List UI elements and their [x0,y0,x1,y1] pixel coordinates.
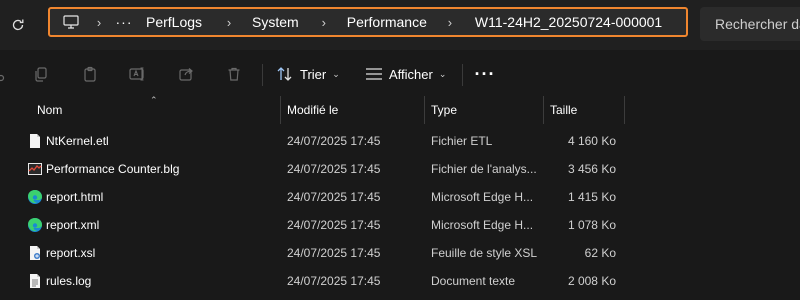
column-size[interactable]: Taille [550,96,577,124]
table-row[interactable]: report.xml 24/07/2025 17:45 Microsoft Ed… [0,211,800,239]
table-row[interactable]: NtKernel.etl 24/07/2025 17:45 Fichier ET… [0,127,800,155]
chevron-down-icon: ⌄ [332,68,340,79]
column-header: ⌃ Nom Modifié le Type Taille [0,95,800,124]
file-type: Fichier de l'analys... [431,162,537,176]
column-divider[interactable] [624,96,625,124]
rename-button[interactable] [127,63,149,85]
toolbar-divider [462,64,463,86]
see-more-button[interactable]: ··· [474,63,496,85]
file-size: 1 078 Ko [567,218,616,232]
xsl-file-icon [30,246,40,260]
sort-button[interactable]: Trier ⌄ [276,62,340,86]
file-modified: 24/07/2025 17:45 [287,190,381,204]
file-modified: 24/07/2025 17:45 [287,134,381,148]
view-button[interactable]: Afficher ⌄ [365,62,446,86]
file-name: NtKernel.etl [46,134,109,148]
column-divider[interactable] [424,96,425,124]
cut-button[interactable] [0,63,16,85]
file-modified: 24/07/2025 17:45 [287,246,381,260]
column-divider[interactable] [543,96,544,124]
chevron-right-icon[interactable]: › [443,15,457,30]
file-name: report.html [46,190,104,204]
paste-button[interactable] [79,63,101,85]
toolbar-divider [262,64,263,86]
command-bar: Trier ⌄ Afficher ⌄ ··· [0,50,800,98]
file-modified: 24/07/2025 17:45 [287,162,381,176]
address-bar[interactable]: › ··· PerfLogs › System › Performance › … [48,7,688,37]
address-row: › ··· PerfLogs › System › Performance › … [0,0,800,50]
column-name[interactable]: Nom [37,96,62,124]
file-list: NtKernel.etl 24/07/2025 17:45 Fichier ET… [0,127,800,295]
file-size: 1 415 Ko [567,190,616,204]
chevron-down-icon: ⌄ [438,68,447,79]
search-input[interactable]: Rechercher dans [700,7,800,41]
file-size: 4 160 Ko [567,134,616,148]
table-row[interactable]: Performance Counter.blg 24/07/2025 17:45… [0,155,800,183]
column-modified[interactable]: Modifié le [287,96,338,124]
copy-button[interactable] [30,63,52,85]
delete-button[interactable] [223,63,245,85]
ellipsis-icon: ··· [474,64,496,84]
trash-icon [228,67,240,81]
text-file-icon [30,274,40,288]
file-size: 3 456 Ko [567,162,616,176]
file-type: Microsoft Edge H... [431,218,534,232]
file-type: Feuille de style XSL [431,246,538,260]
file-type: Fichier ETL [431,134,493,148]
view-icon [366,68,382,80]
share-button[interactable] [175,63,197,85]
cut-icon [0,74,5,82]
chevron-right-icon[interactable]: › [317,15,331,30]
refresh-icon [12,19,24,31]
edge-icon [28,190,42,204]
generic-file-icon [30,134,40,148]
ellipsis-icon: ··· [115,14,133,30]
sort-up-icon: ⌃ [150,95,158,105]
file-modified: 24/07/2025 17:45 [287,274,381,288]
paste-icon [84,66,96,82]
this-pc-button[interactable] [50,15,92,29]
share-icon [179,68,193,81]
file-name: report.xsl [46,246,96,260]
file-size: 2 008 Ko [567,274,616,288]
file-type: Microsoft Edge H... [431,190,534,204]
view-label: Afficher [389,66,433,82]
chevron-right-icon[interactable]: › [92,15,106,30]
column-divider[interactable] [280,96,281,124]
table-row[interactable]: report.html 24/07/2025 17:45 Microsoft E… [0,183,800,211]
sort-label: Trier [300,66,327,82]
edge-icon [28,218,42,232]
breadcrumb-performance[interactable]: Performance [347,9,427,35]
monitor-icon [63,15,79,29]
table-row[interactable]: report.xsl 24/07/2025 17:45 Feuille de s… [0,239,800,267]
breadcrumb-current-folder[interactable]: W11-24H2_20250724-000001 [475,9,662,35]
copy-icon [35,67,47,82]
more-locations-button[interactable]: ··· [106,14,142,30]
file-name: Performance Counter.blg [46,162,180,176]
file-name: rules.log [46,274,92,288]
chevron-right-icon[interactable]: › [222,15,236,30]
file-name: report.xml [46,218,100,232]
file-type: Document texte [431,274,516,288]
column-type[interactable]: Type [431,96,457,124]
table-row[interactable]: rules.log 24/07/2025 17:45 Document text… [0,267,800,295]
sort-icon [277,67,292,81]
breadcrumb-system[interactable]: System [252,9,299,35]
breadcrumb-perflogs[interactable]: PerfLogs [146,9,202,35]
file-modified: 24/07/2025 17:45 [287,218,381,232]
file-size: 62 Ko [584,246,616,260]
refresh-button[interactable] [6,13,30,37]
rename-icon [129,67,144,81]
perfmon-file-icon [28,163,42,175]
